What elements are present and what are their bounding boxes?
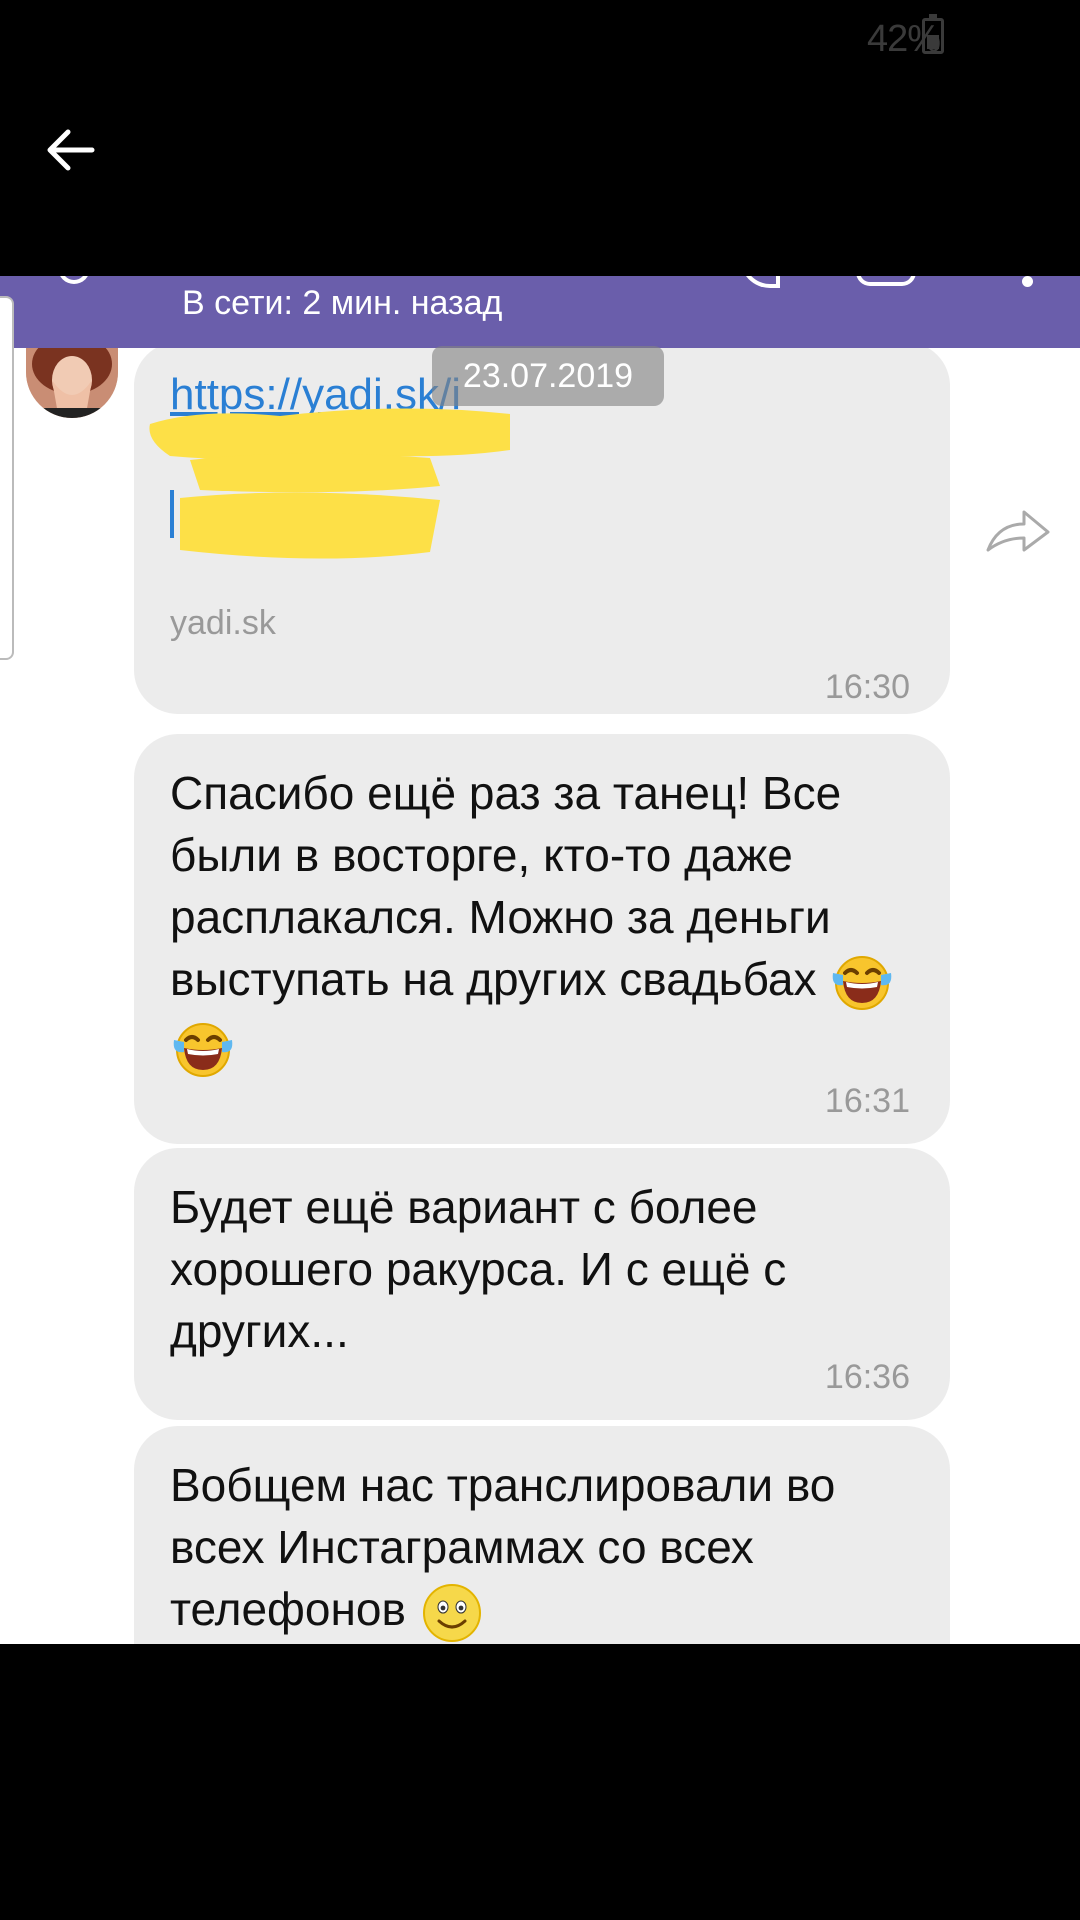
link-domain: yadi.sk xyxy=(170,604,276,642)
battery-icon xyxy=(922,14,944,54)
online-status: В сети: 2 мин. назад xyxy=(182,284,503,322)
tears-of-joy-emoji xyxy=(829,951,895,1015)
avatar[interactable] xyxy=(26,344,118,418)
redaction-mark xyxy=(149,408,510,559)
smiling-face-emoji xyxy=(419,1581,485,1644)
chat-header: В сети: 2 мин. назад xyxy=(0,276,1080,348)
message-bubble[interactable]: Будет ещё вариант с более хорошего ракур… xyxy=(134,1148,950,1420)
forward-icon xyxy=(986,510,1050,552)
forward-button[interactable] xyxy=(984,506,1052,558)
date-divider: 23.07.2019 xyxy=(432,346,664,406)
header-icon-partial xyxy=(58,276,90,284)
side-panel-edge[interactable] xyxy=(0,296,14,660)
message-time: 16:30 xyxy=(824,668,910,706)
message-bubble[interactable]: Вобщем нас транслировали во всех Инстагр… xyxy=(134,1426,950,1644)
video-icon-partial[interactable] xyxy=(856,276,916,286)
message-text-content: Вобщем нас транслировали во всех Инстагр… xyxy=(170,1459,836,1635)
back-button[interactable] xyxy=(40,120,100,180)
message-text: Спасибо ещё раз за танец! Все были в вос… xyxy=(170,762,910,1082)
message-time: 16:36 xyxy=(824,1358,910,1396)
message-text-content: Спасибо ещё раз за танец! Все были в вос… xyxy=(170,767,842,1005)
menu-icon-partial[interactable] xyxy=(1022,276,1033,287)
message-text: Будет ещё вариант с более хорошего ракур… xyxy=(170,1181,787,1357)
tears-of-joy-emoji xyxy=(170,1018,236,1082)
message-text: Вобщем нас транслировали во всех Инстагр… xyxy=(170,1454,890,1644)
call-icon-partial[interactable] xyxy=(740,276,780,288)
chat-screen[interactable]: В сети: 2 мин. назад 23.07.2019 https://… xyxy=(0,276,1080,1644)
message-time: 16:31 xyxy=(824,1082,910,1120)
back-arrow-icon xyxy=(47,129,95,171)
message-bubble[interactable]: Спасибо ещё раз за танец! Все были в вос… xyxy=(134,734,950,1144)
